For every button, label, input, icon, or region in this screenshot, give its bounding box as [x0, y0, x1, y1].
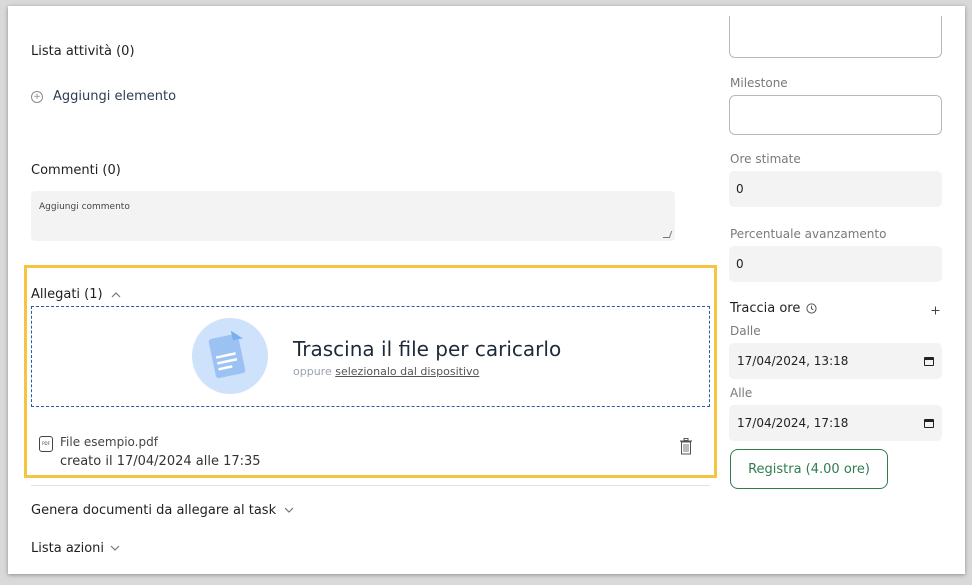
dropzone-subtitle: oppure selezionalo dal dispositivo	[293, 365, 479, 378]
track-hours-title: Traccia ore	[730, 301, 801, 316]
estimated-hours-input[interactable]: 0	[729, 171, 942, 207]
to-datetime-value: 17/04/2024, 17:18	[737, 416, 849, 430]
generate-docs-label: Genera documenti da allegare al task	[31, 503, 277, 518]
from-datetime-input[interactable]: 17/04/2024, 13:18	[729, 343, 942, 379]
add-activity-label: Aggiungi elemento	[53, 89, 177, 104]
actions-list-label: Lista azioni	[31, 541, 105, 556]
select-from-device-link[interactable]: selezionalo dal dispositivo	[335, 365, 479, 378]
activity-list-title: Lista attività (0)	[31, 44, 135, 59]
attachments-header[interactable]: Allegati (1)	[31, 287, 121, 302]
comment-input[interactable]: Aggiungi commento	[31, 191, 675, 241]
to-label: Alle	[730, 386, 753, 400]
chevron-up-icon	[111, 292, 121, 298]
chevron-down-icon	[284, 507, 294, 513]
track-hours-header: Traccia ore	[730, 301, 817, 316]
actions-list-toggle[interactable]: Lista azioni	[31, 541, 120, 556]
attachment-created-date: creato il 17/04/2024 alle 17:35	[60, 454, 261, 469]
dropzone-title: Trascina il file per caricarlo	[293, 337, 562, 361]
to-datetime-input[interactable]: 17/04/2024, 17:18	[729, 405, 942, 441]
milestone-label: Milestone	[730, 76, 788, 90]
task-detail-panel: Lista attività (0) + Aggiungi elemento C…	[8, 6, 965, 574]
register-hours-button[interactable]: Registra (4.00 ore)	[730, 449, 888, 489]
comments-title: Commenti (0)	[31, 163, 121, 178]
clock-icon	[806, 303, 817, 314]
attachments-title: Allegati (1)	[31, 287, 103, 302]
dropzone-prefix: oppure	[293, 365, 332, 378]
chevron-down-icon	[110, 545, 120, 551]
file-dropzone[interactable]: Trascina il file per caricarlo oppure se…	[31, 306, 710, 407]
add-activity-button[interactable]: + Aggiungi elemento	[31, 89, 176, 104]
section-divider	[31, 485, 710, 486]
add-circle-icon: +	[31, 90, 43, 103]
attachment-file-name[interactable]: File esempio.pdf	[60, 435, 158, 449]
generate-docs-toggle[interactable]: Genera documenti da allegare al task	[31, 503, 294, 518]
calendar-icon[interactable]	[924, 418, 934, 428]
resize-grip-icon[interactable]	[662, 231, 673, 238]
expand-icon[interactable]	[931, 306, 940, 315]
document-illustration	[192, 318, 268, 394]
progress-input[interactable]: 0	[729, 246, 942, 282]
document-icon	[208, 330, 246, 379]
estimated-hours-label: Ore stimate	[730, 152, 801, 166]
milestone-input[interactable]	[729, 95, 942, 135]
from-datetime-value: 17/04/2024, 13:18	[737, 354, 849, 368]
progress-label: Percentuale avanzamento	[730, 227, 887, 241]
calendar-icon[interactable]	[924, 356, 934, 366]
top-field-input[interactable]	[729, 16, 942, 58]
from-label: Dalle	[730, 324, 761, 338]
pdf-file-icon: PDF	[39, 436, 53, 452]
comment-placeholder: Aggiungi commento	[39, 202, 130, 212]
trash-icon[interactable]	[679, 438, 693, 455]
